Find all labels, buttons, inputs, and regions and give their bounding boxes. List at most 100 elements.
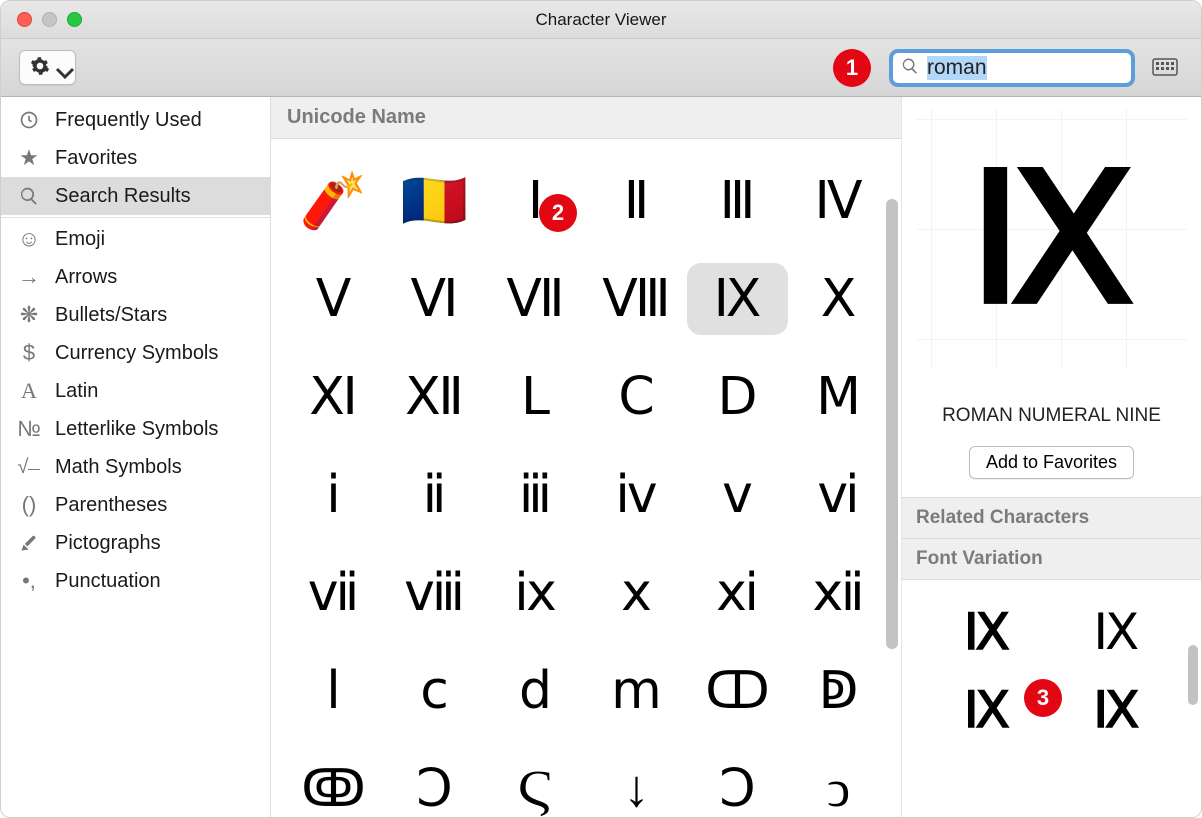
sidebar-item-label: Search Results [55,185,191,208]
favorites-icon: ★ [15,146,43,170]
char-small-roman-numeral-ten[interactable]: ⅹ [586,557,687,629]
char-firecracker-emoji[interactable]: 🧨 [283,165,384,237]
toolbar: 1 [1,39,1201,97]
sidebar-item-label: Punctuation [55,570,161,593]
char-small-roman-numeral-three[interactable]: ⅲ [485,459,586,531]
font-variation-1[interactable]: Ⅸ [1052,604,1182,660]
search-field[interactable] [889,49,1135,87]
sidebar-item-frequently-used[interactable]: Frequently Used [1,101,270,139]
window-zoom-button[interactable] [67,12,82,27]
char-roman-numeral-fifty[interactable]: Ⅼ [485,361,586,433]
sidebar-item-bullets-stars[interactable]: ❋ Bullets/Stars [1,296,270,334]
char-small-roman-numeral-twelve[interactable]: ⅻ [788,557,889,629]
keyboard-view-button[interactable] [1147,50,1183,86]
settings-menu-button[interactable] [19,50,76,85]
char-small-roman-numeral-one-hundred[interactable]: ⅽ [384,655,485,727]
char-roman-numeral-ten-thousand[interactable]: ↂ [283,753,384,817]
char-flag-romania-emoji[interactable]: 🇷🇴 [384,165,485,237]
char-roman-numeral-one-hundred[interactable]: Ⅽ [586,361,687,433]
char-roman-numeral-three[interactable]: Ⅲ [687,165,788,237]
char-small-roman-numeral-five[interactable]: ⅴ [687,459,788,531]
sidebar-item-math-symbols[interactable]: √ Math Symbols [1,448,270,486]
sidebar-item-label: Favorites [55,147,137,170]
sidebar: Frequently Used ★ Favorites Search Results ☺… [1,97,271,817]
character-preview: Ⅸ [916,109,1187,369]
titlebar: Character Viewer [1,1,1201,39]
sidebar-item-punctuation[interactable]: •,Punctuation [1,562,270,600]
sidebar-item-label: Currency Symbols [55,342,218,365]
math-symbols-icon: √ [15,455,43,479]
sidebar-item-parentheses[interactable]: ()Parentheses [1,486,270,524]
char-roman-numeral-eleven[interactable]: Ⅺ [283,361,384,433]
detail-scrollbar[interactable] [1188,645,1198,705]
char-small-roman-numeral-five-hundred[interactable]: ⅾ [485,655,586,727]
char-roman-numeral-five-hundred[interactable]: Ⅾ [687,361,788,433]
char-down-arrow[interactable]: ↓ [586,753,687,817]
sidebar-item-label: Frequently Used [55,109,202,132]
font-variation-0[interactable]: Ⅸ [922,604,1052,660]
char-greek-letter-stigma[interactable]: Ϛ [485,753,586,817]
char-roman-numeral-twelve[interactable]: Ⅻ [384,361,485,433]
search-results-icon [15,184,43,208]
currency-symbols-icon: $ [15,341,43,365]
sidebar-item-arrows[interactable]: →Arrows [1,258,270,296]
window-title: Character Viewer [535,10,666,30]
sidebar-item-label: Math Symbols [55,456,182,479]
main-panel: Unicode Name 🧨🇷🇴ⅠⅡⅢⅣⅤⅥⅦⅧⅨⅩⅪⅫⅬⅭⅮⅯⅰⅱⅲⅳⅴⅵⅶⅷ… [271,97,901,817]
char-roman-numeral-one-thousand-cd[interactable]: ↀ [687,655,788,727]
sidebar-item-currency-symbols[interactable]: $ Currency Symbols [1,334,270,372]
char-roman-numeral-eight[interactable]: Ⅷ [586,263,687,335]
window-minimize-button[interactable] [42,12,57,27]
vertical-scrollbar[interactable] [886,199,898,697]
gear-icon [30,56,50,79]
font-variation-3[interactable]: Ⅸ [1052,684,1182,740]
char-roman-numeral-four[interactable]: Ⅳ [788,165,889,237]
window-close-button[interactable] [17,12,32,27]
arrows-icon: → [15,265,43,289]
char-small-roman-numeral-fifty[interactable]: ⅼ [283,655,384,727]
sidebar-item-favorites[interactable]: ★ Favorites [1,139,270,177]
bullets-stars-icon: ❋ [15,303,43,327]
sidebar-item-label: Parentheses [55,494,167,517]
sidebar-item-emoji[interactable]: ☺Emoji [1,220,270,258]
char-small-roman-numeral-six[interactable]: ⅵ [788,459,889,531]
char-small-roman-numeral-one-thousand[interactable]: ⅿ [586,655,687,727]
preview-glyph: Ⅸ [969,135,1134,344]
sidebar-divider [1,217,270,218]
sidebar-item-label: Bullets/Stars [55,304,167,327]
sidebar-item-letterlike-symbols[interactable]: №Letterlike Symbols [1,410,270,448]
char-roman-numeral-five-thousand[interactable]: ↁ [788,655,889,727]
sidebar-item-search-results[interactable]: Search Results [1,177,270,215]
char-small-roman-numeral-nine[interactable]: ⅸ [485,557,586,629]
font-variation-header[interactable]: Font Variation [902,539,1201,580]
character-grid: 🧨🇷🇴ⅠⅡⅢⅣⅤⅥⅦⅧⅨⅩⅪⅫⅬⅭⅮⅯⅰⅱⅲⅳⅴⅵⅶⅷⅸⅹⅺⅻⅼⅽⅾⅿↀↁↂↃϚ… [271,139,901,817]
char-latin-small-reversed-c[interactable]: ↄ [788,753,889,817]
char-small-roman-numeral-eight[interactable]: ⅷ [384,557,485,629]
char-small-roman-numeral-four[interactable]: ⅳ [586,459,687,531]
sidebar-item-label: Pictographs [55,532,161,555]
frequently-used-icon [15,108,43,132]
character-name: ROMAN NUMERAL NINE [912,403,1191,430]
char-roman-numeral-nine[interactable]: Ⅸ [687,263,788,335]
char-small-roman-numeral-one[interactable]: ⅰ [283,459,384,531]
char-roman-numeral-two[interactable]: Ⅱ [586,165,687,237]
char-small-roman-numeral-two[interactable]: ⅱ [384,459,485,531]
char-roman-numeral-six[interactable]: Ⅵ [384,263,485,335]
section-header-unicode-name: Unicode Name [271,97,901,139]
keyboard-icon [1152,56,1178,79]
char-reversed-c[interactable]: Ↄ [687,753,788,817]
char-small-roman-numeral-seven[interactable]: ⅶ [283,557,384,629]
latin-icon: A [15,379,43,403]
char-roman-numeral-reversed-one-hundred[interactable]: Ↄ [384,753,485,817]
char-small-roman-numeral-eleven[interactable]: ⅺ [687,557,788,629]
font-variation-grid: ⅨⅨⅨⅨ [902,580,1201,764]
chevron-down-icon [55,63,65,73]
char-roman-numeral-seven[interactable]: Ⅶ [485,263,586,335]
sidebar-item-latin[interactable]: ALatin [1,372,270,410]
related-characters-header[interactable]: Related Characters [902,497,1201,539]
char-roman-numeral-one-thousand[interactable]: Ⅿ [788,361,889,433]
sidebar-item-pictographs[interactable]: Pictographs [1,524,270,562]
add-to-favorites-button[interactable]: Add to Favorites [969,446,1134,479]
char-roman-numeral-ten[interactable]: Ⅹ [788,263,889,335]
char-roman-numeral-five[interactable]: Ⅴ [283,263,384,335]
